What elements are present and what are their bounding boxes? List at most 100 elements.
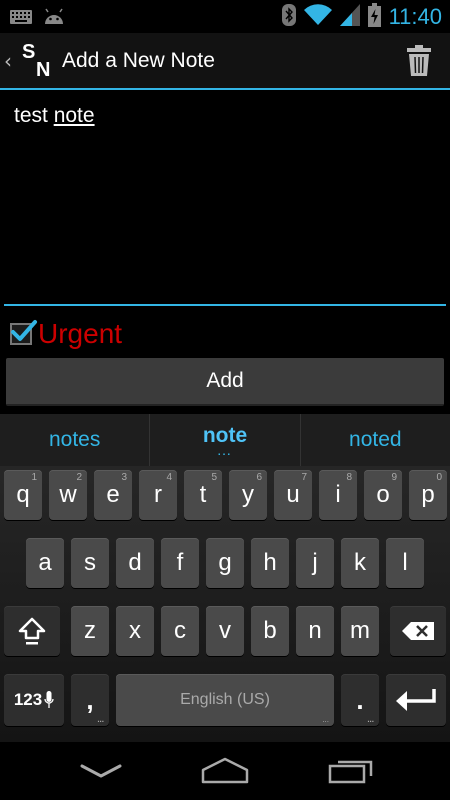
keyboard-icon bbox=[10, 9, 32, 28]
key-p[interactable]: p0 bbox=[409, 470, 447, 520]
soft-keyboard: notes note ... noted q1 w2 e3 r4 t5 y6 u… bbox=[0, 414, 450, 742]
backspace-icon bbox=[402, 622, 434, 640]
checkmark-icon bbox=[11, 320, 37, 341]
key-m[interactable]: m bbox=[341, 606, 379, 656]
urgent-checkbox[interactable] bbox=[10, 320, 37, 345]
key-l[interactable]: l bbox=[386, 538, 424, 588]
key-f[interactable]: f bbox=[161, 538, 199, 588]
key-t[interactable]: t5 bbox=[184, 470, 222, 520]
logo-letter-s: S bbox=[22, 41, 36, 63]
enter-icon bbox=[396, 689, 436, 711]
signal-icon bbox=[339, 3, 360, 30]
key-u[interactable]: u7 bbox=[274, 470, 312, 520]
key-label: u bbox=[286, 481, 300, 508]
suggestion-strip: notes note ... noted bbox=[0, 414, 450, 466]
more-keys-dots: ... bbox=[367, 715, 374, 724]
key-j[interactable]: j bbox=[296, 538, 334, 588]
key-hint: 8 bbox=[346, 472, 352, 483]
note-text: test note bbox=[14, 104, 95, 127]
action-bar: ‹ S N Add a New Note bbox=[0, 33, 450, 90]
suggestion-noted[interactable]: noted bbox=[299, 414, 450, 466]
key-label: p bbox=[421, 481, 435, 508]
key-b[interactable]: b bbox=[251, 606, 289, 656]
shift-icon bbox=[18, 617, 46, 645]
wifi-icon bbox=[303, 3, 332, 30]
key-label: o bbox=[376, 481, 390, 508]
clock: 11:40 bbox=[388, 3, 442, 29]
key-a[interactable]: a bbox=[26, 538, 64, 588]
key-h[interactable]: h bbox=[251, 538, 289, 588]
key-c[interactable]: c bbox=[161, 606, 199, 656]
note-input[interactable]: test note bbox=[4, 92, 446, 306]
symbols-key[interactable]: 123 bbox=[4, 674, 64, 726]
home-icon[interactable] bbox=[200, 756, 250, 788]
key-hint: 3 bbox=[121, 472, 127, 483]
comma-key[interactable]: , ... bbox=[71, 674, 109, 726]
key-x[interactable]: x bbox=[116, 606, 154, 656]
key-hint: 4 bbox=[166, 472, 172, 483]
key-d[interactable]: d bbox=[116, 538, 154, 588]
bluetooth-icon bbox=[281, 3, 296, 30]
key-g[interactable]: g bbox=[206, 538, 244, 588]
app-logo[interactable]: S N bbox=[20, 41, 54, 83]
period-key[interactable]: . ... bbox=[341, 674, 379, 726]
shift-key[interactable] bbox=[4, 606, 60, 656]
more-keys-dots: ... bbox=[322, 715, 329, 724]
add-button[interactable]: Add bbox=[6, 358, 444, 406]
suggestion-notes[interactable]: notes bbox=[0, 414, 149, 466]
key-label: q bbox=[16, 481, 30, 508]
key-hint: 0 bbox=[436, 472, 442, 483]
key-label: i bbox=[335, 481, 341, 508]
page-title: Add a New Note bbox=[62, 49, 215, 72]
key-r[interactable]: r4 bbox=[139, 470, 177, 520]
key-label: e bbox=[106, 481, 120, 508]
comma-label: , bbox=[86, 684, 94, 715]
suggestion-label: note bbox=[202, 424, 248, 447]
status-bar: 11:40 bbox=[0, 0, 450, 33]
key-hint: 9 bbox=[391, 472, 397, 483]
key-label: w bbox=[59, 481, 77, 508]
hide-keyboard-icon[interactable] bbox=[80, 762, 122, 784]
key-hint: 1 bbox=[31, 472, 37, 483]
key-label: r bbox=[154, 481, 162, 508]
more-keys-dots: ... bbox=[97, 715, 104, 724]
key-k[interactable]: k bbox=[341, 538, 379, 588]
key-label: t bbox=[199, 481, 207, 508]
key-w[interactable]: w2 bbox=[49, 470, 87, 520]
urgent-row[interactable]: Urgent bbox=[10, 318, 122, 350]
key-label: y bbox=[242, 481, 254, 508]
backspace-key[interactable] bbox=[390, 606, 446, 656]
symbols-label: 123 bbox=[13, 690, 43, 709]
space-key[interactable]: English (US) ... bbox=[116, 674, 334, 726]
logo-letter-n: N bbox=[36, 59, 51, 81]
key-z[interactable]: z bbox=[71, 606, 109, 656]
navigation-bar bbox=[0, 742, 450, 800]
enter-key[interactable] bbox=[386, 674, 446, 726]
more-suggestions-dots: ... bbox=[217, 447, 233, 458]
note-text-composing: note bbox=[53, 104, 95, 127]
key-i[interactable]: i8 bbox=[319, 470, 357, 520]
android-icon bbox=[42, 6, 66, 30]
back-chevron-icon[interactable]: ‹ bbox=[4, 49, 12, 73]
key-hint: 2 bbox=[76, 472, 82, 483]
note-form: test note Urgent Add bbox=[0, 92, 450, 412]
key-v[interactable]: v bbox=[206, 606, 244, 656]
microphone-icon bbox=[44, 691, 54, 708]
battery-charging-icon bbox=[367, 2, 381, 31]
space-label: English (US) bbox=[180, 691, 270, 708]
period-label: . bbox=[356, 684, 364, 715]
recent-apps-icon[interactable] bbox=[328, 756, 374, 788]
key-o[interactable]: o9 bbox=[364, 470, 402, 520]
key-n[interactable]: n bbox=[296, 606, 334, 656]
suggestion-note[interactable]: note ... bbox=[149, 414, 299, 466]
key-q[interactable]: q1 bbox=[4, 470, 42, 520]
suggestion-label: notes bbox=[48, 428, 101, 451]
suggestion-label: noted bbox=[349, 428, 402, 451]
urgent-label: Urgent bbox=[38, 318, 123, 349]
key-hint: 7 bbox=[301, 472, 307, 483]
key-s[interactable]: s bbox=[71, 538, 109, 588]
key-e[interactable]: e3 bbox=[94, 470, 132, 520]
key-hint: 6 bbox=[256, 472, 262, 483]
trash-icon[interactable] bbox=[406, 45, 432, 77]
key-y[interactable]: y6 bbox=[229, 470, 267, 520]
